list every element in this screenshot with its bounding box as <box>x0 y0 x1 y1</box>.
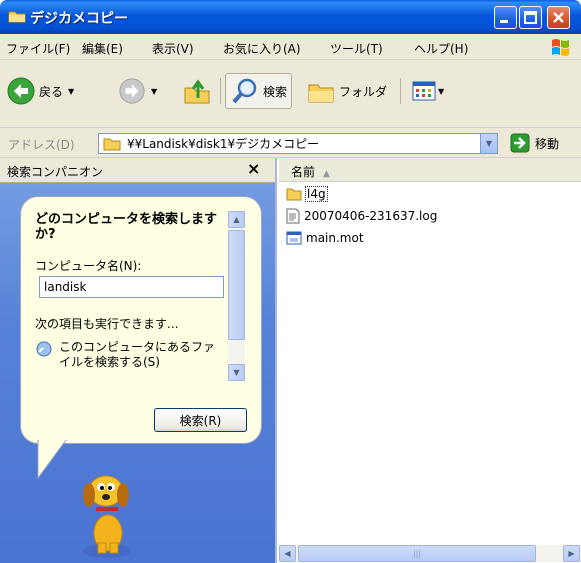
toolbar: 戻る ▼ ▼ 検索 フォルダ ▼ <box>0 60 581 128</box>
folder-icon <box>103 138 121 150</box>
title-bar: デジカメコピー <box>0 0 581 34</box>
column-name-text: 名前 <box>291 165 316 179</box>
clipped-next-option <box>35 375 225 381</box>
address-dropdown-icon[interactable]: ▼ <box>480 134 497 153</box>
computer-name-label: コンピュータ名(N): <box>35 259 142 273</box>
app-file-icon <box>286 231 302 245</box>
search-companion-pane: 検索コンパニオン × どのコンピュータを検索しますか? コンピュータ名(N): … <box>0 158 277 563</box>
search-icon <box>232 78 257 104</box>
menu-bar: ファイル(F) 編集(E) 表示(V) お気に入り(A) ツール(T) ヘルプ(… <box>0 34 581 60</box>
go-arrow-icon <box>510 133 530 153</box>
text-file-icon <box>286 208 300 224</box>
search-computer-icon <box>36 341 52 357</box>
balloon-tail <box>37 440 67 480</box>
close-button[interactable] <box>547 6 570 29</box>
menu-tools[interactable]: ツール(T) <box>330 40 383 57</box>
folders-label: フォルダ <box>339 84 388 99</box>
pane-close-icon[interactable]: × <box>247 159 260 178</box>
search-files-link-label: このコンピュータにあるファイルを検索する(S) <box>59 340 216 369</box>
windows-logo-icon <box>552 39 569 56</box>
minimize-button[interactable] <box>494 6 517 29</box>
file-name: l4g <box>305 186 328 202</box>
scroll-down-icon[interactable]: ▼ <box>228 364 245 381</box>
search-dog-icon <box>83 475 131 558</box>
search-submit-button[interactable]: 検索(R) <box>154 408 247 432</box>
file-name: 20070406-231637.log <box>304 209 438 223</box>
go-button[interactable]: 移動 <box>510 133 559 153</box>
menu-file[interactable]: ファイル(F) <box>6 40 70 57</box>
column-name-label: 名前 ▲ <box>291 163 330 180</box>
address-bar: アドレス(D) ¥¥Landisk¥disk1¥デジカメコピー ▼ 移動 <box>0 128 581 158</box>
up-folder-button[interactable] <box>182 73 212 109</box>
search-balloon: どのコンピュータを検索しますか? コンピュータ名(N): 次の項目も実行できます… <box>20 196 262 444</box>
toolbar-separator <box>220 78 221 104</box>
address-label: アドレス(D) <box>8 138 75 152</box>
folders-button[interactable]: フォルダ <box>306 73 387 109</box>
menu-edit[interactable]: 編集(E) <box>82 40 123 57</box>
computer-name-input[interactable] <box>39 276 224 298</box>
scroll-thumb[interactable] <box>228 230 245 340</box>
minimize-icon <box>500 20 508 23</box>
maximize-icon <box>524 11 537 24</box>
horizontal-scrollbar[interactable]: ◀ ||| ▶ <box>279 545 581 562</box>
address-value: ¥¥Landisk¥disk1¥デジカメコピー <box>127 137 320 151</box>
search-pane-title: 検索コンパニオン <box>7 165 104 179</box>
folders-icon <box>308 84 334 103</box>
file-row[interactable]: main.mot <box>286 230 364 246</box>
forward-arrow-icon <box>119 78 145 104</box>
next-options-label: 次の項目も実行できます... <box>35 317 179 331</box>
search-toolbar-button[interactable]: 検索 <box>225 73 293 109</box>
scroll-thumb[interactable]: ||| <box>298 545 536 562</box>
file-row[interactable]: 20070406-231637.log <box>286 208 437 224</box>
search-question: どのコンピュータを検索しますか? <box>35 212 218 242</box>
menu-help[interactable]: ヘルプ(H) <box>414 40 468 57</box>
scroll-right-icon[interactable]: ▶ <box>563 545 580 562</box>
menu-view[interactable]: 表示(V) <box>152 40 194 57</box>
maximize-button[interactable] <box>519 6 542 29</box>
views-dropdown-icon[interactable]: ▼ <box>438 87 444 96</box>
forward-dropdown-icon[interactable]: ▼ <box>151 87 157 96</box>
views-button[interactable]: ▼ <box>410 73 444 109</box>
file-list-pane: 名前 ▲ l4g 20070406-231637.log main.mot ◀ |… <box>279 158 581 563</box>
folder-icon <box>286 188 302 201</box>
search-toolbar-label: 検索 <box>263 84 288 99</box>
scroll-left-icon[interactable]: ◀ <box>279 545 296 562</box>
file-name: main.mot <box>306 231 364 245</box>
back-arrow-icon <box>7 77 35 105</box>
sort-ascending-icon: ▲ <box>323 169 330 179</box>
back-dropdown-icon[interactable]: ▼ <box>68 87 74 96</box>
menu-favorites[interactable]: お気に入り(A) <box>223 40 301 57</box>
address-input[interactable]: ¥¥Landisk¥disk1¥デジカメコピー ▼ <box>98 133 498 154</box>
file-row[interactable]: l4g <box>286 186 328 202</box>
scroll-up-icon[interactable]: ▲ <box>228 211 245 228</box>
close-icon <box>553 12 564 23</box>
go-label: 移動 <box>535 136 560 151</box>
column-header-name[interactable]: 名前 ▲ <box>279 158 581 182</box>
search-pane-header: 検索コンパニオン × <box>0 158 275 183</box>
window-title: デジカメコピー <box>30 11 128 27</box>
back-label: 戻る <box>39 84 64 99</box>
back-button[interactable]: 戻る ▼ <box>6 73 74 109</box>
toolbar-separator <box>400 78 401 104</box>
clipped-option-icon <box>35 380 225 381</box>
up-folder-icon <box>184 79 210 104</box>
folder-icon <box>8 11 26 23</box>
forward-button[interactable]: ▼ <box>118 73 157 109</box>
views-icon <box>412 81 436 101</box>
balloon-scrollbar[interactable]: ▲ ▼ <box>228 211 245 381</box>
search-files-link[interactable]: このコンピュータにあるファイルを検索する(S) <box>35 340 224 370</box>
